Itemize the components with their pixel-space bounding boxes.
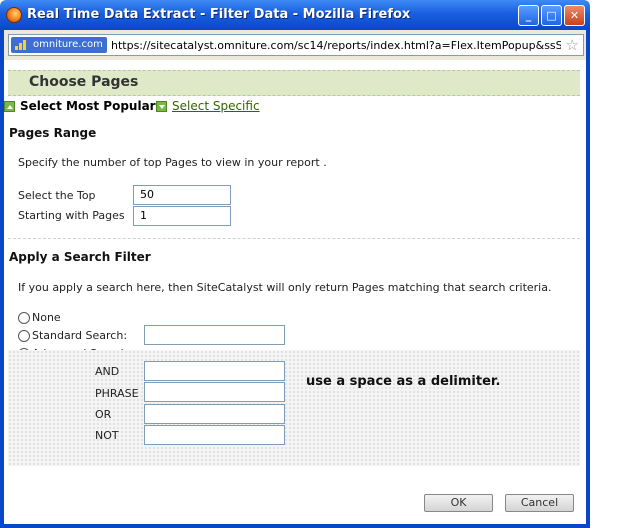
not-label: NOT: [95, 429, 119, 442]
radio-standard-button[interactable]: [18, 329, 30, 342]
radio-none-button[interactable]: [18, 311, 30, 324]
radio-none[interactable]: None: [18, 311, 61, 324]
url-text: https://sitecatalyst.omniture.com/sc14/r…: [111, 39, 561, 52]
radio-standard-search[interactable]: Standard Search:: [18, 329, 127, 342]
site-badge-label: omniture.com: [33, 39, 103, 50]
window-bottom-border: [0, 524, 590, 528]
site-identity-badge[interactable]: omniture.com: [11, 37, 107, 53]
select-specific-link[interactable]: Select Specific: [172, 99, 260, 113]
select-top-label: Select the Top: [18, 189, 96, 202]
collapse-arrow-icon: [4, 100, 15, 112]
delimiter-hint: use a space as a delimiter.: [306, 374, 501, 389]
starting-with-input[interactable]: 1: [133, 206, 231, 226]
search-filter-heading: Apply a Search Filter: [9, 250, 151, 264]
address-bar: omniture.com https://sitecatalyst.omnitu…: [0, 30, 590, 60]
window-titlebar[interactable]: Real Time Data Extract - Filter Data - M…: [0, 0, 590, 30]
or-label: OR: [95, 408, 112, 421]
and-label: AND: [95, 365, 120, 378]
bookmark-star-icon[interactable]: ☆: [566, 36, 579, 54]
not-input[interactable]: [144, 425, 285, 445]
phrase-input[interactable]: [144, 382, 285, 402]
close-button[interactable]: ✕: [564, 5, 585, 26]
select-specific-tab[interactable]: Select Specific: [156, 99, 260, 113]
window-title: Real Time Data Extract - Filter Data - M…: [27, 7, 411, 22]
and-input[interactable]: [144, 361, 285, 381]
pages-range-description: Specify the number of top Pages to view …: [18, 156, 327, 169]
pages-range-heading: Pages Range: [9, 126, 97, 140]
or-input[interactable]: [144, 404, 285, 424]
page-content: Choose Pages Select Most Popular Select …: [0, 60, 590, 528]
panel-title: Choose Pages: [29, 74, 139, 90]
site-chart-icon: [15, 40, 29, 50]
radio-none-label: None: [32, 311, 61, 324]
starting-with-label: Starting with Pages: [18, 209, 125, 222]
panel-header: Choose Pages: [8, 70, 580, 96]
maximize-button[interactable]: □: [541, 5, 562, 26]
advanced-search-area: [8, 350, 580, 466]
search-filter-description: If you apply a search here, then SiteCat…: [18, 281, 552, 294]
standard-search-input[interactable]: [144, 325, 285, 345]
select-most-popular-tab[interactable]: Select Most Popular: [4, 99, 156, 113]
section-divider: [8, 238, 580, 239]
url-field[interactable]: omniture.com https://sitecatalyst.omnitu…: [8, 34, 584, 56]
select-most-popular-label: Select Most Popular: [20, 99, 156, 113]
cancel-button[interactable]: Cancel: [505, 494, 574, 512]
radio-standard-label: Standard Search:: [32, 329, 128, 342]
minimize-button[interactable]: _: [518, 5, 539, 26]
firefox-icon: [6, 7, 22, 23]
select-top-input[interactable]: 50: [133, 185, 231, 205]
ok-button[interactable]: OK: [424, 494, 493, 512]
expand-arrow-icon: [156, 100, 167, 112]
phrase-label: PHRASE: [95, 387, 139, 400]
